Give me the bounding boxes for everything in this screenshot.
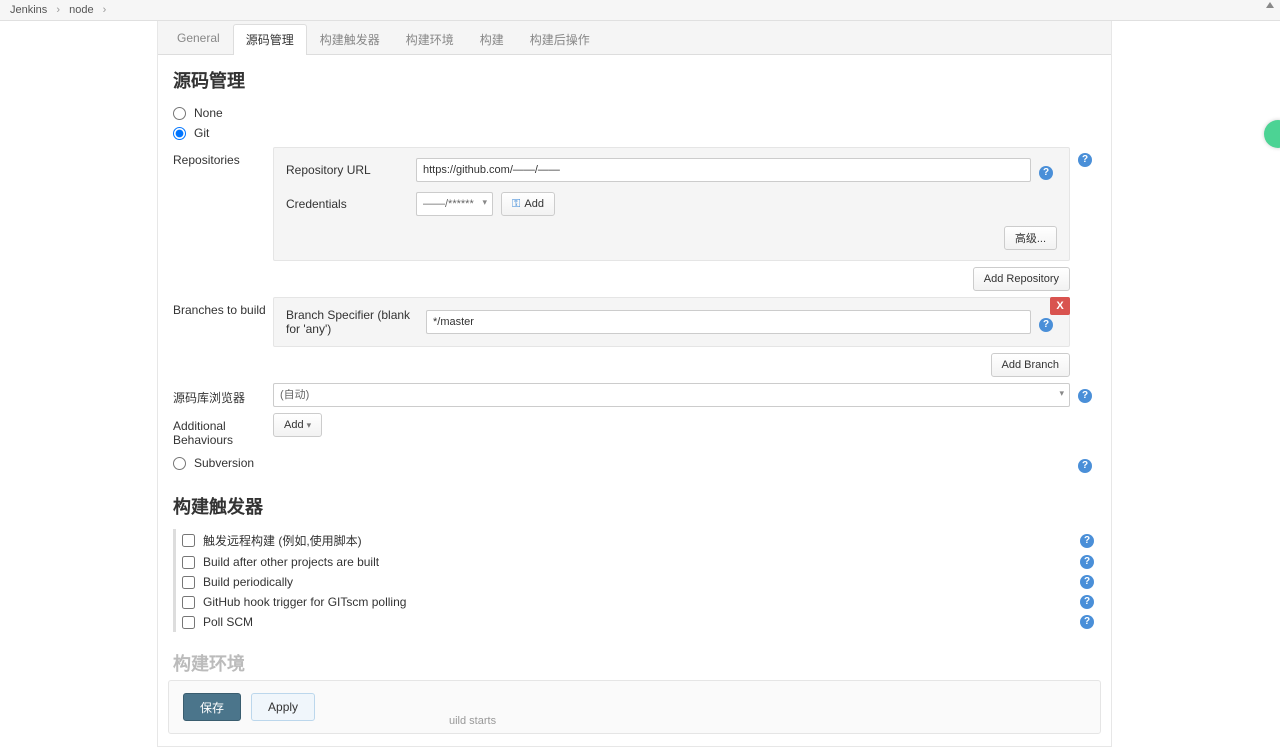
breadcrumb-jenkins[interactable]: Jenkins	[10, 4, 47, 16]
add-repository-button[interactable]: Add Repository	[973, 267, 1070, 291]
scm-label-git: Git	[194, 126, 209, 140]
trigger-after-other-label: Build after other projects are built	[203, 555, 379, 569]
key-icon: ⚿	[512, 198, 520, 211]
trigger-periodic-label: Build periodically	[203, 575, 293, 589]
scm-title: 源码管理	[173, 67, 1096, 93]
scm-label-subversion: Subversion	[194, 456, 254, 470]
repo-url-input[interactable]	[416, 158, 1031, 182]
breadcrumb: Jenkins › node ›	[0, 0, 1280, 21]
scm-radio-subversion[interactable]	[173, 457, 186, 470]
help-icon[interactable]: ?	[1080, 534, 1094, 548]
add-branch-button[interactable]: Add Branch	[991, 353, 1070, 377]
help-icon[interactable]: ?	[1039, 166, 1053, 180]
help-icon[interactable]: ?	[1078, 459, 1092, 473]
scm-radio-none[interactable]	[173, 107, 186, 120]
help-icon[interactable]: ?	[1039, 318, 1053, 332]
help-icon[interactable]: ?	[1080, 595, 1094, 609]
trigger-after-other-checkbox[interactable]	[182, 556, 195, 569]
breadcrumb-sep: ›	[103, 4, 107, 16]
tab-triggers[interactable]: 构建触发器	[307, 24, 393, 54]
breadcrumb-sep: ›	[56, 4, 60, 16]
trigger-remote-label: 触发远程构建 (例如,使用脚本)	[203, 532, 362, 549]
repositories-label: Repositories	[173, 147, 273, 167]
scroll-top-icon[interactable]	[1266, 2, 1276, 12]
section-scm: 源码管理 None Git Repositories Repository UR…	[158, 55, 1111, 481]
add-behaviour-button[interactable]: Add	[273, 413, 322, 437]
help-icon[interactable]: ?	[1080, 615, 1094, 629]
scm-radio-git[interactable]	[173, 127, 186, 140]
breadcrumb-job[interactable]: node	[69, 4, 93, 16]
footer-bar: 保存 Apply uild starts	[168, 680, 1101, 734]
help-icon[interactable]: ?	[1080, 575, 1094, 589]
trigger-poll-scm-label: Poll SCM	[203, 615, 253, 629]
help-icon[interactable]: ?	[1078, 153, 1092, 167]
credentials-label: Credentials	[286, 197, 416, 211]
save-button[interactable]: 保存	[183, 693, 241, 721]
trigger-github-hook-checkbox[interactable]	[182, 596, 195, 609]
repository-box: Repository URL ? Credentials ——/******	[273, 147, 1070, 261]
triggers-title: 构建触发器	[173, 493, 1096, 519]
branch-specifier-input[interactable]	[426, 310, 1031, 334]
trigger-github-hook-label: GitHub hook trigger for GITscm polling	[203, 595, 406, 609]
tab-env[interactable]: 构建环境	[393, 24, 467, 54]
branches-label: Branches to build	[173, 297, 273, 317]
trigger-periodic-checkbox[interactable]	[182, 576, 195, 589]
branch-specifier-label: Branch Specifier (blank for 'any')	[286, 308, 426, 336]
env-title: 构建环境	[173, 650, 1096, 676]
tab-post[interactable]: 构建后操作	[517, 24, 603, 54]
repo-browser-label: 源码库浏览器	[173, 383, 273, 406]
repo-url-label: Repository URL	[286, 163, 416, 177]
branch-box: X Branch Specifier (blank for 'any') ?	[273, 297, 1070, 347]
add-credentials-button[interactable]: ⚿ Add	[501, 192, 555, 216]
config-tabs: General 源码管理 构建触发器 构建环境 构建 构建后操作	[158, 21, 1111, 55]
section-triggers: 构建触发器 触发远程构建 (例如,使用脚本) ? Build after oth…	[158, 481, 1111, 640]
help-icon[interactable]: ?	[1078, 389, 1092, 403]
delete-branch-button[interactable]: X	[1050, 297, 1070, 315]
trigger-poll-scm-checkbox[interactable]	[182, 616, 195, 629]
scm-label-none: None	[194, 106, 223, 120]
repo-browser-select[interactable]: (自动)	[273, 383, 1070, 407]
tab-scm[interactable]: 源码管理	[233, 24, 307, 55]
addl-behaviours-label: Additional Behaviours	[173, 413, 273, 447]
env-delete-workspace-partial: uild starts	[449, 715, 496, 727]
apply-button[interactable]: Apply	[251, 693, 315, 721]
trigger-remote-checkbox[interactable]	[182, 534, 195, 547]
credentials-select[interactable]: ——/******	[416, 192, 493, 216]
floating-assist-badge[interactable]	[1264, 120, 1280, 148]
tab-general[interactable]: General	[164, 24, 233, 54]
advanced-button[interactable]: 高级...	[1004, 226, 1057, 250]
tab-build[interactable]: 构建	[467, 24, 517, 54]
add-credentials-label: Add	[524, 198, 544, 210]
help-icon[interactable]: ?	[1080, 555, 1094, 569]
